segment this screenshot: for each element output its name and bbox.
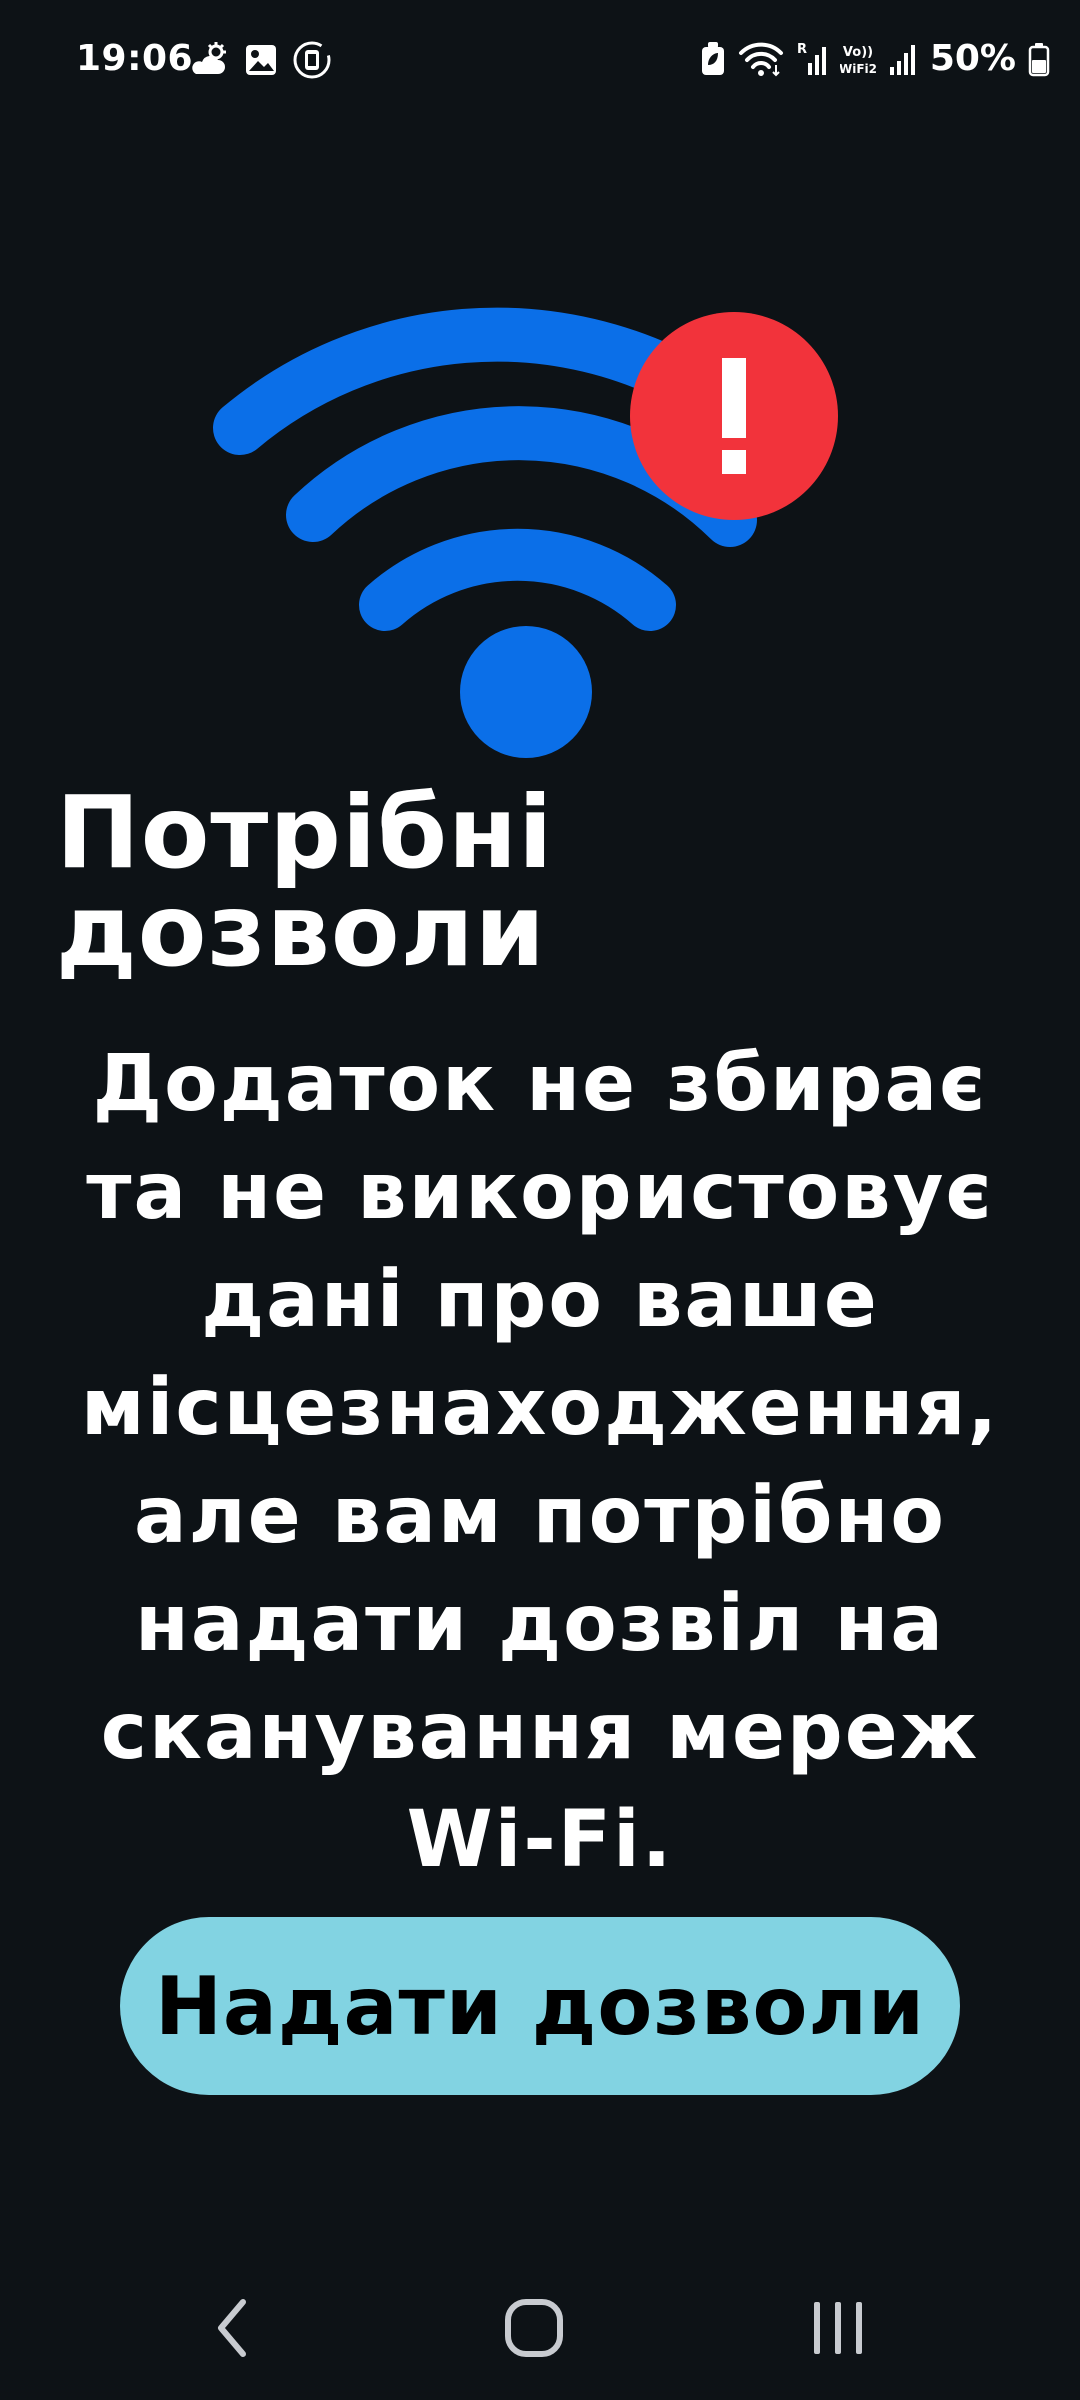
svg-text:R: R [797,42,807,57]
volte-wifi-icon: Vo)) WiFi2 [840,41,876,77]
back-icon [213,2296,253,2364]
weather-icon [190,42,230,78]
signal-roaming-icon: R [796,41,828,77]
signal-bars-icon [888,41,918,77]
status-bar: 19:06 R Vo)) WiFi2 50% [0,0,1080,120]
screen-recorder-icon [292,40,332,80]
home-icon [504,2298,564,2362]
wifi-alert-icon [200,270,860,770]
recent-apps-button[interactable] [778,2290,898,2370]
status-time: 19:06 [76,38,194,79]
recent-apps-icon [808,2298,868,2362]
battery-saver-icon [700,41,726,77]
svg-text:WiFi2: WiFi2 [840,62,876,76]
battery-percent: 50% [929,38,1016,79]
permission-description: Додаток не збирає та не використовує дан… [80,1039,1000,1885]
back-button[interactable] [173,2290,293,2370]
page-title: Потрібні дозволи [56,774,554,989]
navigation-bar [0,2260,1080,2400]
home-button[interactable] [474,2290,594,2370]
grant-permissions-button[interactable]: Надати дозволи [120,1917,960,2095]
svg-text:Vo)): Vo)) [843,45,873,60]
wifi-icon [738,41,784,77]
status-right-icons: R Vo)) WiFi2 50% [700,38,1050,79]
battery-icon [1028,41,1050,77]
gallery-icon [244,43,278,77]
status-left-icons [190,40,332,80]
